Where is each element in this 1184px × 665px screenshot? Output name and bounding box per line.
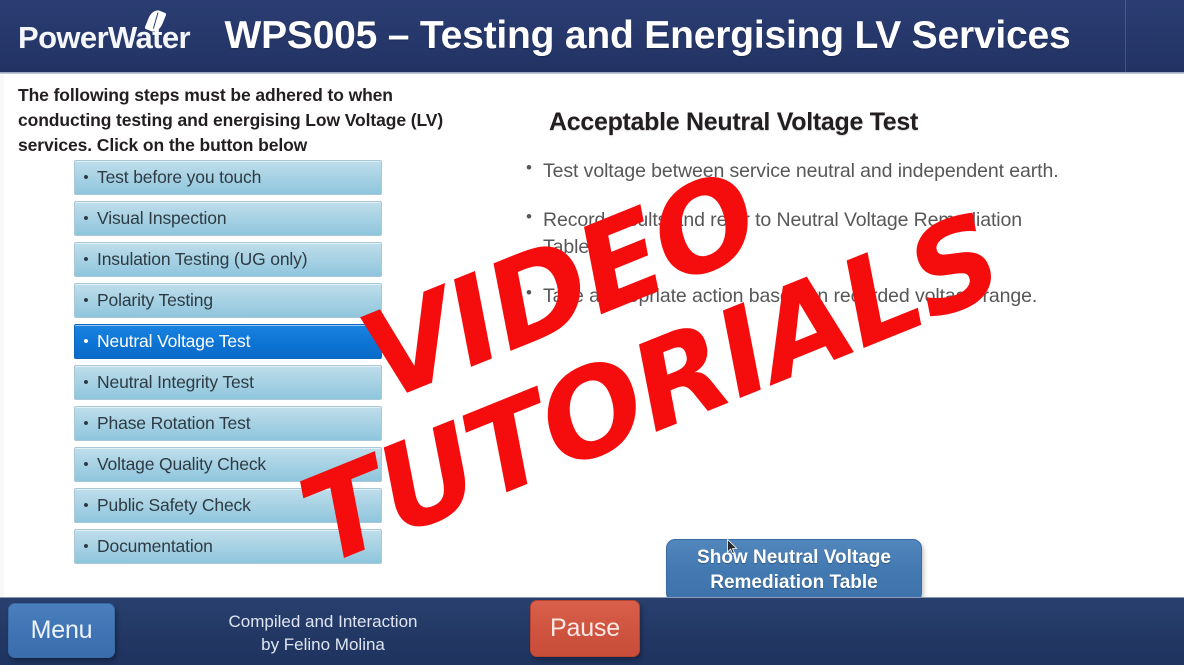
step-item-label: Neutral Voltage Test xyxy=(97,331,251,351)
show-remediation-table-button[interactable]: Show Neutral Voltage Remediation Table xyxy=(666,539,922,602)
content-bullet: Record results and refer to Neutral Volt… xyxy=(526,206,1071,260)
step-item[interactable]: • Neutral Voltage Test xyxy=(74,324,382,359)
content-bullet: Test voltage between service neutral and… xyxy=(526,157,1071,184)
step-item[interactable]: • Visual Inspection xyxy=(74,201,382,236)
bullet-icon: • xyxy=(83,415,89,432)
presentation-slide: PowerWater WPS005 – Testing and Energisi… xyxy=(0,0,1184,665)
bullet-icon: • xyxy=(83,333,89,350)
step-item[interactable]: • Public Safety Check xyxy=(74,488,382,523)
step-item-label: Neutral Integrity Test xyxy=(97,372,254,392)
bullet-icon: • xyxy=(83,538,89,555)
step-item-label: Visual Inspection xyxy=(97,208,227,228)
step-item[interactable]: • Documentation xyxy=(74,529,382,564)
step-item[interactable]: • Voltage Quality Check xyxy=(74,447,382,482)
step-item[interactable]: • Insulation Testing (UG only) xyxy=(74,242,382,277)
intro-text: The following steps must be adhered to w… xyxy=(18,85,444,155)
credit-line-1: Compiled and Interaction xyxy=(228,612,418,631)
content-heading: Acceptable Neutral Voltage Test xyxy=(549,108,919,136)
step-list: • Test before you touch • Visual Inspection… xyxy=(74,160,382,570)
bullet-icon: • xyxy=(83,456,89,473)
step-item[interactable]: • Neutral Integrity Test xyxy=(74,365,382,400)
pause-button-label: Pause xyxy=(550,614,620,642)
content-bullet-list: Test voltage between service neutral and… xyxy=(526,157,1071,332)
show-table-button-line2: Remediation Table xyxy=(710,571,878,593)
step-item-label: Polarity Testing xyxy=(97,290,213,310)
bullet-icon: • xyxy=(83,374,89,391)
step-item-label: Phase Rotation Test xyxy=(97,413,251,433)
header-divider xyxy=(1125,0,1126,72)
step-item[interactable]: • Phase Rotation Test xyxy=(74,406,382,441)
slide-body: The following steps must be adhered to w… xyxy=(0,75,1184,602)
credit-text: Compiled and Interaction by Felino Molin… xyxy=(175,610,471,657)
step-item-label: Voltage Quality Check xyxy=(97,454,267,474)
step-item-label: Insulation Testing (UG only) xyxy=(97,249,308,269)
menu-button-label: Menu xyxy=(30,616,93,644)
slide-header: PowerWater WPS005 – Testing and Energisi… xyxy=(0,0,1184,74)
page-title: WPS005 – Testing and Energising LV Servi… xyxy=(0,0,1125,72)
page-title-text: WPS005 – Testing and Energising LV Servi… xyxy=(224,14,1071,57)
step-item[interactable]: • Polarity Testing xyxy=(74,283,382,318)
step-item-label: Public Safety Check xyxy=(97,495,251,515)
step-item-label: Documentation xyxy=(97,536,213,556)
header-bottom-rule xyxy=(0,72,1184,74)
bullet-icon: • xyxy=(83,210,89,227)
step-item[interactable]: • Test before you touch xyxy=(74,160,382,195)
bullet-icon: • xyxy=(83,292,89,309)
bullet-icon: • xyxy=(83,169,89,186)
credit-line-2: by Felino Molina xyxy=(261,635,385,655)
content-bullet: Take appropriate action based on recorde… xyxy=(526,282,1071,309)
bullet-icon: • xyxy=(83,497,89,514)
pause-button[interactable]: Pause xyxy=(530,600,640,657)
step-item-label: Test before you touch xyxy=(97,167,262,187)
show-table-button-line1: Show Neutral Voltage xyxy=(697,547,891,569)
menu-button[interactable]: Menu xyxy=(8,603,115,658)
bullet-icon: • xyxy=(83,251,89,268)
